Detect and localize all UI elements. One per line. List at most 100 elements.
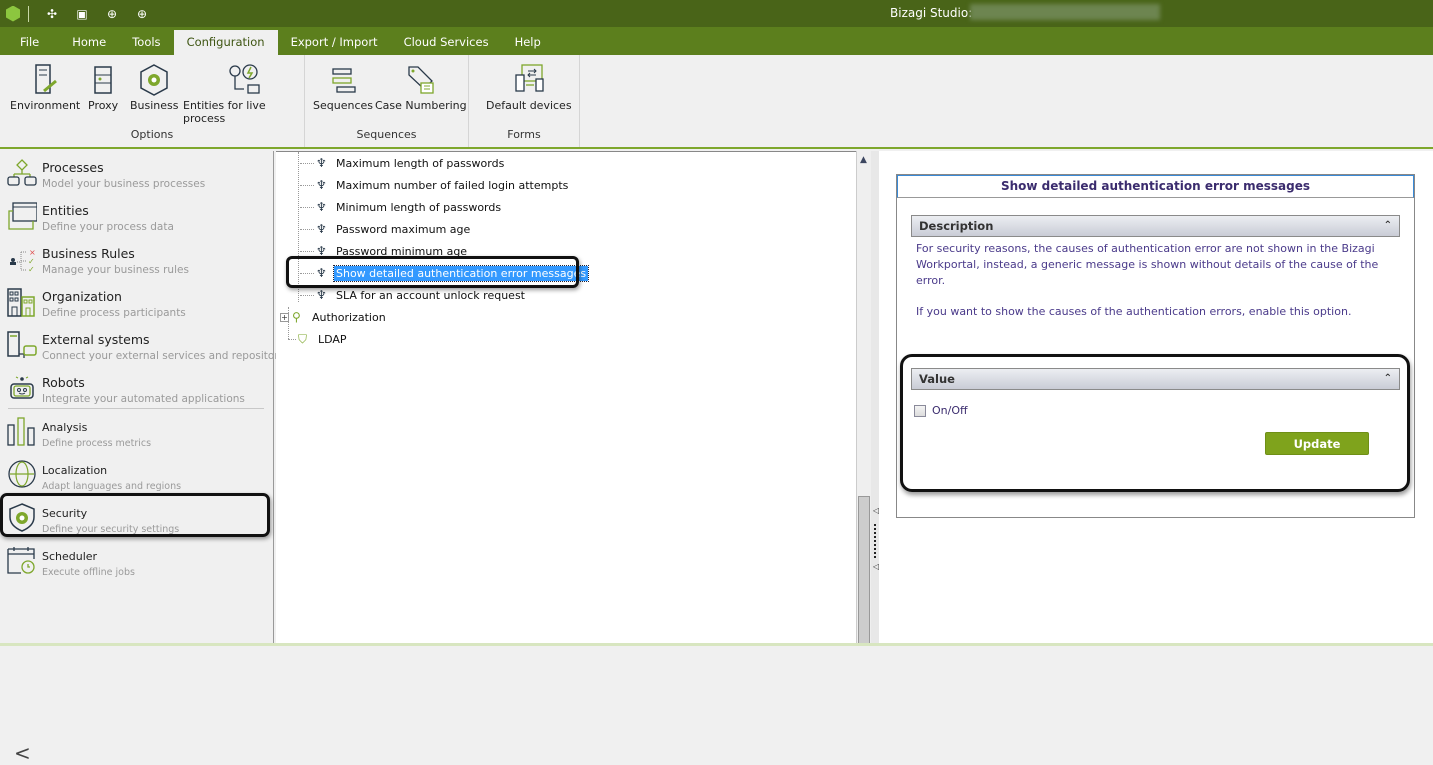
upload-icon[interactable]: ⊕	[134, 6, 150, 22]
collapse-sidebar-button[interactable]: <	[14, 741, 31, 765]
ribbon-group-label-sequences: Sequences	[356, 128, 417, 141]
sidebar-title: Scheduler	[42, 550, 98, 563]
case-numbering-button[interactable]: Case Numbering	[375, 61, 467, 112]
environment-label: Environment	[10, 99, 81, 112]
menu-export-import[interactable]: Export / Import	[278, 30, 391, 55]
sidebar: Processes Model your business processes …	[0, 151, 293, 765]
process-wizard-icon[interactable]: ✣	[44, 6, 60, 22]
ribbon-group-options: Environment Proxy Business Entities for …	[0, 55, 305, 147]
case-numbering-tag-icon	[404, 61, 438, 99]
description-section-header[interactable]: Description ⌃	[911, 215, 1400, 237]
default-devices-label: Default devices	[486, 99, 572, 112]
external-systems-icon	[7, 331, 37, 358]
pane-splitter[interactable]: ◁ ◁	[871, 151, 879, 646]
menu-configuration[interactable]: Configuration	[173, 30, 278, 55]
environment-icon	[30, 61, 60, 99]
entities-live-process-button[interactable]: Entities for live process	[183, 61, 304, 125]
download-icon[interactable]: ⊕	[104, 6, 120, 22]
sidebar-desc: Integrate your automated applications	[42, 393, 245, 405]
robot-icon	[10, 376, 34, 399]
sidebar-desc: Define process metrics	[42, 438, 152, 449]
ribbon-group-label-forms: Forms	[507, 128, 541, 141]
sidebar-desc: Connect your external services and repos…	[42, 350, 294, 362]
analysis-icon	[7, 417, 35, 446]
scheduler-calendar-icon	[7, 547, 35, 574]
selected-item-highlight-annotation	[286, 256, 579, 288]
sidebar-title: Localization	[42, 464, 108, 477]
description-text: For security reasons, the causes of auth…	[916, 242, 1379, 287]
scroll-up-arrow-icon[interactable]: ▲	[860, 155, 867, 165]
tree-item[interactable]: ♆ Minimum length of passwords	[300, 197, 503, 217]
sidebar-item-external-systems[interactable]: External systems Connect your external s…	[0, 325, 293, 368]
layout-icon[interactable]: ▣	[74, 6, 90, 22]
menu-tools[interactable]: Tools	[119, 30, 173, 55]
sidebar-desc: Model your business processes	[42, 178, 206, 190]
sequences-icon	[326, 61, 360, 99]
business-gear-icon	[138, 61, 170, 99]
bizagi-logo-icon	[6, 5, 20, 22]
collapse-chevron-icon[interactable]: ⌃	[1384, 216, 1392, 236]
sidebar-title: Organization	[42, 289, 122, 304]
business-label: Business	[130, 99, 179, 112]
toolbar-divider	[28, 5, 29, 22]
setting-title: Show detailed authentication error messa…	[897, 175, 1414, 198]
default-devices-button[interactable]: Default devices	[486, 61, 572, 112]
tree-item[interactable]: ♆ Password maximum age	[300, 219, 472, 239]
security-highlight-annotation	[0, 493, 270, 537]
sidebar-item-business-rules[interactable]: × ✓ ✓ Business Rules Manage your business …	[0, 239, 270, 282]
expand-icon[interactable]: +	[280, 312, 289, 322]
sidebar-desc: Adapt languages and regions	[42, 481, 182, 492]
environment-button[interactable]: Environment	[10, 61, 80, 112]
business-rules-icon: ×✓✓	[10, 248, 36, 274]
proxy-label: Proxy	[88, 99, 119, 112]
user-key-icon: ♆	[316, 222, 327, 236]
tree-item-ldap[interactable]: ⛉ LDAP	[288, 329, 349, 349]
menu-file[interactable]: File	[0, 30, 59, 55]
description-header-label: Description	[919, 219, 994, 233]
sidebar-item-organization[interactable]: Organization Define process participants	[0, 282, 270, 325]
splitter-grip	[874, 524, 876, 558]
title-bar: ✣ ▣ ⊕ ⊕ Bizagi Studio:	[0, 0, 1433, 27]
organization-icon	[7, 288, 35, 317]
globe-icon	[8, 460, 36, 488]
user-key-icon: ♆	[316, 200, 327, 214]
user-key-icon: ♆	[316, 288, 327, 302]
processes-icon	[7, 159, 37, 186]
proxy-button[interactable]: Proxy	[88, 61, 118, 112]
entities-live-process-icon	[226, 61, 262, 99]
menu-cloud-services[interactable]: Cloud Services	[391, 30, 502, 55]
proxy-icon	[92, 61, 114, 99]
ribbon-group-forms: Default devices Forms	[469, 55, 580, 147]
tree-item-authorization[interactable]: + ⚲ Authorization	[280, 307, 388, 327]
svg-text:✓: ✓	[28, 265, 35, 274]
svg-text:×: ×	[29, 248, 36, 257]
sidebar-item-analysis[interactable]: Analysis Define process metrics	[0, 411, 270, 454]
sidebar-item-localization[interactable]: Localization Adapt languages and regions	[0, 454, 270, 497]
ribbon-group-label-options: Options	[130, 128, 174, 141]
menu-help[interactable]: Help	[502, 30, 554, 55]
description-hint: If you want to show the causes of the au…	[916, 305, 1352, 318]
sequences-label: Sequences	[313, 99, 373, 112]
menu-home[interactable]: Home	[59, 30, 119, 55]
sidebar-title: Business Rules	[42, 246, 135, 261]
sidebar-item-entities[interactable]: Entities Define your process data	[0, 196, 270, 239]
sidebar-desc: Manage your business rules	[42, 264, 189, 276]
sidebar-desc: Define your process data	[42, 221, 174, 233]
scrollbar-thumb[interactable]	[858, 496, 870, 646]
user-key-icon: ♆	[316, 178, 327, 192]
value-highlight-annotation	[900, 354, 1410, 492]
sidebar-desc: Execute offline jobs	[42, 567, 135, 578]
sidebar-title: External systems	[42, 332, 150, 347]
tree-scrollbar[interactable]: ▲	[856, 151, 871, 646]
tree-item[interactable]: ♆ SLA for an account unlock request	[300, 285, 527, 305]
sequences-button[interactable]: Sequences	[313, 61, 373, 112]
business-button[interactable]: Business	[130, 61, 179, 112]
sidebar-title: Robots	[42, 375, 85, 390]
sidebar-title: Analysis	[42, 421, 88, 434]
sidebar-desc: Define process participants	[42, 307, 186, 319]
sidebar-item-scheduler[interactable]: Scheduler Execute offline jobs	[0, 540, 270, 583]
sidebar-item-robots[interactable]: Robots Integrate your automated applicat…	[0, 368, 270, 411]
tree-item[interactable]: ♆ Maximum length of passwords	[300, 153, 506, 173]
sidebar-item-processes[interactable]: Processes Model your business processes	[0, 153, 270, 196]
tree-item[interactable]: ♆ Maximum number of failed login attempts	[300, 175, 570, 195]
